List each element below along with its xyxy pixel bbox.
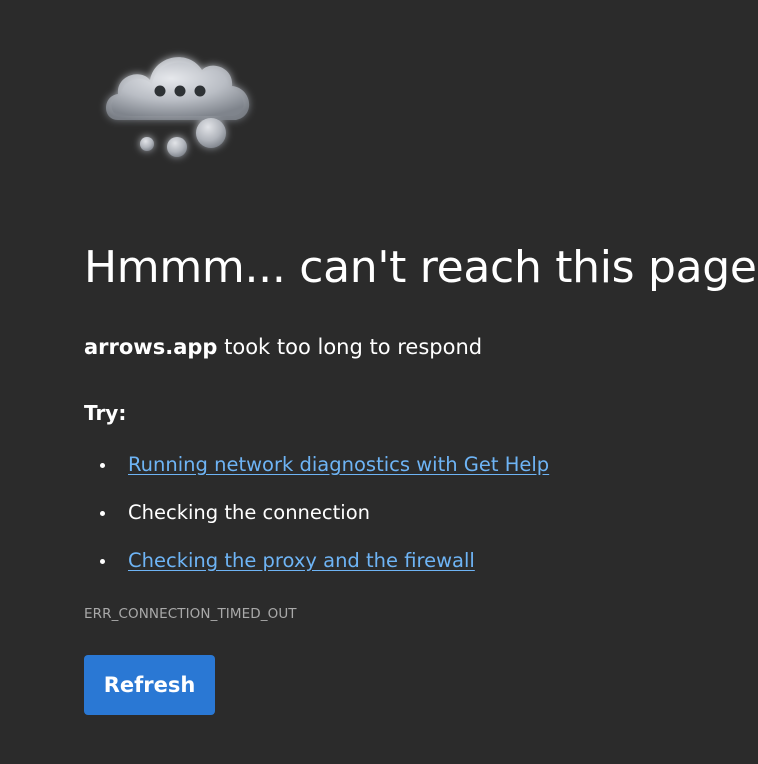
suggestions-list: Running network diagnostics with Get Hel… bbox=[84, 450, 549, 594]
bullet-icon bbox=[100, 511, 105, 516]
network-diagnostics-link[interactable]: Running network diagnostics with Get Hel… bbox=[128, 453, 549, 476]
check-connection-text: Checking the connection bbox=[128, 501, 370, 524]
list-item: Running network diagnostics with Get Hel… bbox=[84, 450, 549, 498]
list-item: Checking the proxy and the firewall bbox=[84, 546, 549, 594]
host-name: arrows.app bbox=[84, 335, 218, 359]
proxy-firewall-link[interactable]: Checking the proxy and the firewall bbox=[128, 549, 475, 572]
list-item: Checking the connection bbox=[84, 498, 549, 546]
error-subtitle: arrows.app took too long to respond bbox=[84, 333, 482, 361]
error-code: ERR_CONNECTION_TIMED_OUT bbox=[84, 606, 297, 622]
cloud-graphic bbox=[106, 57, 250, 157]
bullet-icon bbox=[100, 463, 105, 468]
error-message: took too long to respond bbox=[217, 335, 483, 359]
try-heading: Try: bbox=[84, 401, 127, 425]
refresh-button[interactable]: Refresh bbox=[84, 655, 215, 715]
thinking-cloud-icon bbox=[96, 36, 266, 166]
page-title: Hmmm... can't reach this page bbox=[84, 242, 757, 293]
bullet-icon bbox=[100, 559, 105, 564]
